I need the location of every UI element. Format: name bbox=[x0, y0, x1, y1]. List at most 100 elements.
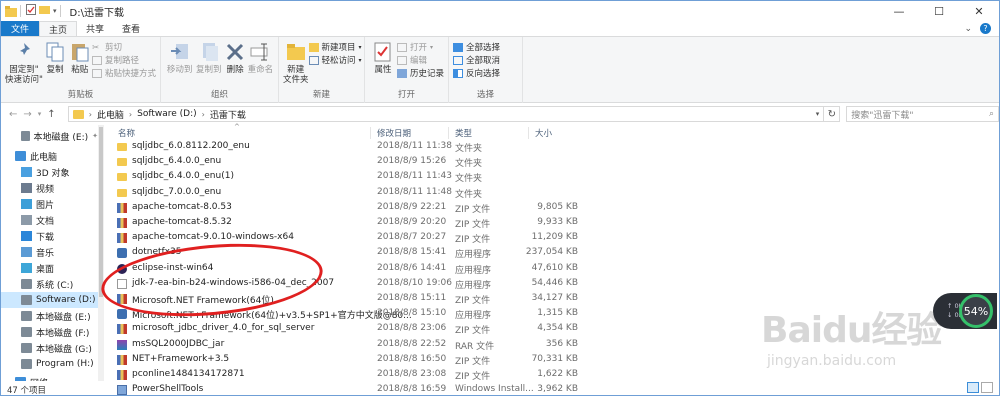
minimize-button[interactable]: — bbox=[879, 1, 919, 21]
breadcrumb-this-pc[interactable]: 此电脑 bbox=[97, 108, 124, 121]
nav-item[interactable]: 本地磁盘 (G:) bbox=[1, 340, 98, 356]
expand-ribbon-icon[interactable]: ⌄ bbox=[964, 24, 972, 34]
file-date: 2018/8/8 15:11 bbox=[377, 293, 447, 303]
invert-selection-button[interactable]: 反向选择 bbox=[453, 67, 500, 79]
file-row[interactable]: Microsoft.NET+Framework(64位)+v3.5+SP1+官方… bbox=[114, 307, 994, 322]
recent-chevron-icon[interactable]: ▾ bbox=[38, 110, 42, 118]
search-input[interactable]: 搜索"迅雷下载" ⌕ bbox=[846, 106, 999, 122]
file-name: microsoft_jdbc_driver_4.0_for_sql_server bbox=[132, 323, 315, 334]
nav-item[interactable]: 本地磁盘 (E:) bbox=[1, 308, 98, 324]
refresh-button[interactable]: ↻ bbox=[824, 106, 841, 122]
close-button[interactable]: ✕ bbox=[959, 1, 999, 21]
nav-item[interactable]: 桌面 bbox=[1, 260, 98, 276]
tab-file[interactable]: 文件 bbox=[1, 21, 39, 36]
easy-access-icon bbox=[308, 55, 319, 65]
file-row[interactable]: sqljdbc_7.0.0.0_enu 2018/8/11 11:48 文件夹 bbox=[114, 186, 994, 201]
drive-icon bbox=[21, 327, 32, 337]
file-type: ZIP 文件 bbox=[455, 220, 491, 230]
breadcrumb-drive[interactable]: Software (D:) bbox=[137, 109, 197, 119]
maximize-button[interactable]: ☐ bbox=[919, 1, 959, 21]
large-icons-view-button[interactable] bbox=[981, 382, 993, 393]
file-row[interactable]: apache-tomcat-8.0.53 2018/8/9 22:21 ZIP 文件… bbox=[114, 201, 994, 216]
network-icon bbox=[15, 377, 26, 381]
file-date: 2018/8/10 19:06 bbox=[377, 277, 452, 288]
copy-icon bbox=[46, 42, 64, 62]
nav-item[interactable]: 音乐 bbox=[1, 244, 98, 260]
file-row[interactable]: jdk-7-ea-bin-b24-windows-i586-04_dec_200… bbox=[114, 277, 994, 292]
file-row[interactable]: apache-tomcat-9.0.10-windows-x64 2018/8/7… bbox=[114, 231, 994, 246]
file-name: apache-tomcat-8.0.53 bbox=[132, 201, 232, 212]
cut-button[interactable]: ✂ 剪切 bbox=[92, 41, 156, 54]
file-type: ZIP 文件 bbox=[455, 356, 491, 367]
column-header-name[interactable]: 名称 bbox=[118, 127, 135, 141]
nav-item[interactable]: 本地磁盘 (E:) ✦ bbox=[1, 128, 98, 144]
file-row[interactable]: msSQL2000JDBC_jar 2018/8/8 22:52 RAR 文件 356… bbox=[114, 338, 994, 353]
open-button[interactable]: 打开 ▾ bbox=[396, 41, 444, 53]
tab-home[interactable]: 主页 bbox=[39, 21, 78, 36]
file-date: 2018/8/7 20:27 bbox=[377, 232, 447, 243]
file-type: 应用程序 bbox=[455, 311, 492, 322]
back-icon[interactable]: ← bbox=[9, 109, 17, 120]
file-type: 文件夹 bbox=[455, 159, 483, 170]
nav-item[interactable]: 3D 对象 bbox=[1, 164, 98, 180]
file-row[interactable]: dotnetfx35 2018/8/8 15:41 应用程序 237,054 KB bbox=[114, 246, 994, 261]
easy-access-button[interactable]: 轻松访问 ▾ bbox=[308, 54, 362, 66]
file-row[interactable]: sqljdbc_6.4.0.0_enu(1) 2018/8/11 11:43 文件夹 bbox=[114, 170, 994, 185]
select-all-button[interactable]: 全部选择 bbox=[453, 41, 500, 53]
file-row[interactable]: microsoft_jdbc_driver_4.0_for_sql_server… bbox=[114, 322, 994, 337]
exe-icon bbox=[117, 309, 127, 320]
history-button[interactable]: 历史记录 bbox=[396, 67, 444, 79]
file-date: 2018/8/11 11:48 bbox=[377, 186, 452, 197]
file-size: 34,127 KB bbox=[531, 293, 578, 303]
file-row[interactable]: Microsoft.NET Framework(64位) 2018/8/8 15:… bbox=[114, 292, 994, 307]
details-view-button[interactable] bbox=[967, 382, 979, 393]
nav-item[interactable]: Program (H:) bbox=[1, 356, 98, 372]
chevron-down-icon[interactable]: ▾ bbox=[53, 7, 57, 15]
nav-item[interactable]: 下载 bbox=[1, 228, 98, 244]
nav-item[interactable]: 系统 (C:) bbox=[1, 276, 98, 292]
edit-button[interactable]: 编辑 bbox=[396, 54, 444, 66]
file-row[interactable]: eclipse-inst-win64 2018/8/6 14:41 应用程序 47,6… bbox=[114, 262, 994, 277]
select-none-button[interactable]: 全部取消 bbox=[453, 54, 500, 66]
tab-view[interactable]: 查看 bbox=[113, 21, 149, 36]
file-type: RAR 文件 bbox=[455, 341, 495, 352]
address-dropdown-icon[interactable]: ▾ bbox=[816, 110, 820, 118]
nav-item-label: 此电脑 bbox=[30, 152, 58, 163]
tab-share[interactable]: 共享 bbox=[77, 21, 113, 36]
properties-quick-icon[interactable] bbox=[26, 4, 36, 18]
file-row[interactable]: sqljdbc_6.4.0.0_enu 2018/8/9 15:26 文件夹 bbox=[114, 155, 994, 170]
column-header-size[interactable]: 大小 bbox=[535, 127, 552, 141]
drive-icon bbox=[21, 359, 32, 369]
up-icon[interactable]: ↑ bbox=[47, 109, 55, 120]
file-row[interactable]: apache-tomcat-8.5.32 2018/8/9 20:20 ZIP 文件… bbox=[114, 216, 994, 231]
column-header-date[interactable]: 修改日期 bbox=[377, 127, 411, 141]
file-date: 2018/8/8 23:08 bbox=[377, 369, 447, 379]
forward-icon[interactable]: → bbox=[23, 109, 31, 120]
downloads-icon bbox=[21, 231, 32, 241]
address-bar[interactable]: › 此电脑 › Software (D:) › 迅雷下载 ▾ bbox=[67, 106, 825, 122]
nav-item[interactable]: 文档 bbox=[1, 212, 98, 228]
nav-item[interactable]: Software (D:) bbox=[1, 292, 98, 308]
nav-item[interactable]: 本地磁盘 (F:) bbox=[1, 324, 98, 340]
nav-item-label: 系统 (C:) bbox=[36, 280, 74, 291]
new-folder-quick-icon[interactable] bbox=[39, 5, 50, 17]
file-row[interactable]: sqljdbc_6.0.8112.200_enu 2018/8/11 11:38 文… bbox=[114, 140, 994, 155]
nav-item[interactable]: 视频 bbox=[1, 180, 98, 196]
copy-path-icon bbox=[91, 55, 102, 65]
file-row[interactable]: pconline1484134172871 2018/8/8 23:08 ZIP 文… bbox=[114, 368, 994, 383]
breadcrumb-folder[interactable]: 迅雷下载 bbox=[210, 108, 246, 121]
paste-shortcut-button[interactable]: 粘贴快捷方式 bbox=[91, 67, 156, 79]
nav-item[interactable]: 网络 bbox=[1, 374, 98, 381]
documents-icon bbox=[21, 215, 32, 225]
nav-item[interactable]: 图片 bbox=[1, 196, 98, 212]
help-icon[interactable]: ? bbox=[980, 23, 991, 34]
new-item-button[interactable]: 新建项目 ▾ bbox=[308, 41, 362, 53]
sort-arrow-icon: ^ bbox=[234, 123, 240, 131]
nav-item[interactable]: 此电脑 bbox=[1, 148, 98, 164]
column-header-type[interactable]: 类型 bbox=[455, 127, 472, 141]
copy-path-button[interactable]: 复制路径 bbox=[91, 54, 156, 66]
file-row[interactable]: NET+Framework+3.5 2018/8/8 16:50 ZIP 文件 70,… bbox=[114, 353, 994, 368]
network-monitor-widget: ↑ 0K/s ↓ 0K/s 54% bbox=[933, 293, 997, 329]
delete-icon bbox=[227, 43, 244, 61]
nav-item-label: 下载 bbox=[36, 232, 55, 243]
